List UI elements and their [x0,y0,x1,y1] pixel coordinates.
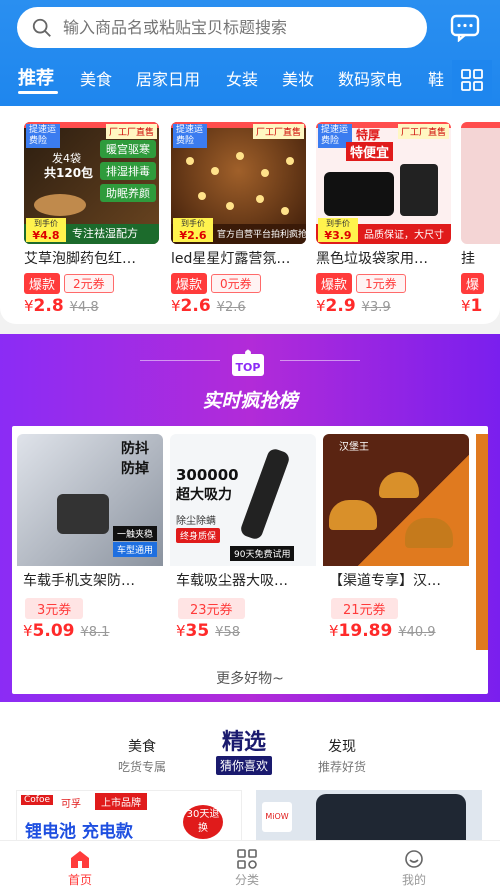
coupon-tag: 2元券 [64,274,114,293]
hot-products-section: 提速运费险 厂工厂直售 发4袋 共120包 暖宫驱寒 排湿排毒 助眠养颜 到手价… [0,106,500,324]
tab-food[interactable]: 美食 [80,66,112,90]
channel-discover[interactable]: 发现 推荐好货 [318,736,366,775]
message-icon[interactable] [450,14,480,42]
home-icon [71,851,89,868]
search-icon [32,18,51,37]
product-image [461,122,500,244]
product-title: 【渠道专享】汉… [329,573,441,589]
product-price: ¥2.9 ¥3.9 [316,296,391,316]
hot-tag: 爆款 [24,273,61,294]
top-badge-icon: TOP [232,349,264,376]
product-card[interactable]: 提速运费险 厂工厂直售 到手价 ¥2.6 官方自营平台拍利疯抢 led星星灯露营氛… [171,122,306,316]
tab-profile-nav[interactable]: 我的 [374,849,454,888]
category-icon [237,849,257,869]
freight-badge: 提速运费险 [26,124,60,148]
tab-women[interactable]: 女装 [226,66,258,90]
product-card[interactable]: 防抖 防掉 一触夹稳 车型通用 车载手机支架防… 3元券 ¥5.09 ¥8.1 [17,434,163,650]
product-image: 汉堡王 [323,434,469,566]
channel-section: 美食 吃货专属 精选 猜你喜欢 发现 推荐好货 Cofoe 可孚 上市品牌 锂电池 充… [0,702,500,850]
profile-icon [405,850,423,868]
rank-list: 防抖 防掉 一触夹稳 车型通用 车载手机支架防… 3元券 ¥5.09 ¥8.1 3… [12,426,488,694]
product-price: ¥2.6 ¥2.6 [171,296,246,316]
product-card[interactable]: 挂 爆 ¥1 [461,122,500,316]
tab-home[interactable]: 居家日用 [136,66,200,90]
product-card[interactable]: 300000 超大吸力 除尘除螨 终身质保 90天免费试用 车载吸尘器大吸… 2… [170,434,316,650]
product-image: 提速运费险 厂工厂直售 发4袋 共120包 暖宫驱寒 排湿排毒 助眠养颜 到手价… [24,122,159,244]
product-image: 提速运费险 厂工厂直售 特厚 特便宜 到手价 ¥3.9 品质保证，大尺寸 [316,122,451,244]
tab-category-nav[interactable]: 分类 [207,849,287,888]
product-image: 300000 超大吸力 除尘除螨 终身质保 90天免费试用 [170,434,316,566]
tab-beauty[interactable]: 美妆 [282,66,314,90]
section-title: 实时疯抢榜 [202,390,298,412]
grid-icon [461,69,483,91]
product-price: ¥5.09 ¥8.1 [23,621,110,641]
product-card[interactable]: 提速运费险 厂工厂直售 发4袋 共120包 暖宫驱寒 排湿排毒 助眠养颜 到手价… [24,122,159,316]
more-link[interactable]: 更多好物~ [12,668,488,688]
tab-recommend[interactable]: 推荐 [18,64,54,90]
tab-shoes[interactable]: 鞋 [428,66,444,90]
product-title: led星星灯露营氛… [171,251,291,267]
active-tab-indicator [18,91,58,94]
coupon-tag: 21元券 [331,598,398,619]
factory-badge: 厂工厂直售 [105,124,157,139]
all-categories-button[interactable] [452,60,492,100]
product-image: 防抖 防掉 一触夹稳 车型通用 [17,434,163,566]
svg-text:TOP: TOP [236,361,261,374]
flash-rank-section: TOP 实时疯抢榜 防抖 防掉 一触夹稳 车型通用 车载手机支架防… 3元券 ¥… [0,334,500,702]
product-card[interactable]: 汉堡王 【渠道专享】汉… 21元券 ¥19.89 ¥40.9 [323,434,469,650]
channel-food[interactable]: 美食 吃货专属 [118,736,166,775]
product-title: 车载吸尘器大吸… [176,573,288,589]
coupon-tag: 3元券 [25,598,84,619]
search-input[interactable] [63,18,393,37]
category-tabs: 推荐 美食 居家日用 女装 美妆 数码家电 鞋 [0,62,500,94]
product-image: 提速运费险 厂工厂直售 到手价 ¥2.6 官方自营平台拍利疯抢 [171,122,306,244]
tab-digital[interactable]: 数码家电 [338,66,402,90]
product-price: ¥35 ¥58 [176,621,241,641]
product-title: 艾草泡脚药包红… [24,251,136,267]
channel-selected[interactable]: 精选 猜你喜欢 [216,724,273,775]
tab-home-nav[interactable]: 首页 [40,849,120,888]
product-title: 黑色垃圾袋家用… [316,251,428,267]
product-price: ¥19.89 ¥40.9 [329,621,436,641]
search-bar[interactable] [17,7,427,48]
product-price: ¥2.8 ¥4.8 [24,296,99,316]
product-title: 车载手机支架防… [23,573,135,589]
top-header: 推荐 美食 居家日用 女装 美妆 数码家电 鞋 [0,0,500,106]
product-card[interactable]: 提速运费险 厂工厂直售 特厚 特便宜 到手价 ¥3.9 品质保证，大尺寸 黑色垃圾… [316,122,451,316]
coupon-tag: 23元券 [178,598,245,619]
bottom-tab-bar: 首页 分类 我的 [0,840,500,890]
